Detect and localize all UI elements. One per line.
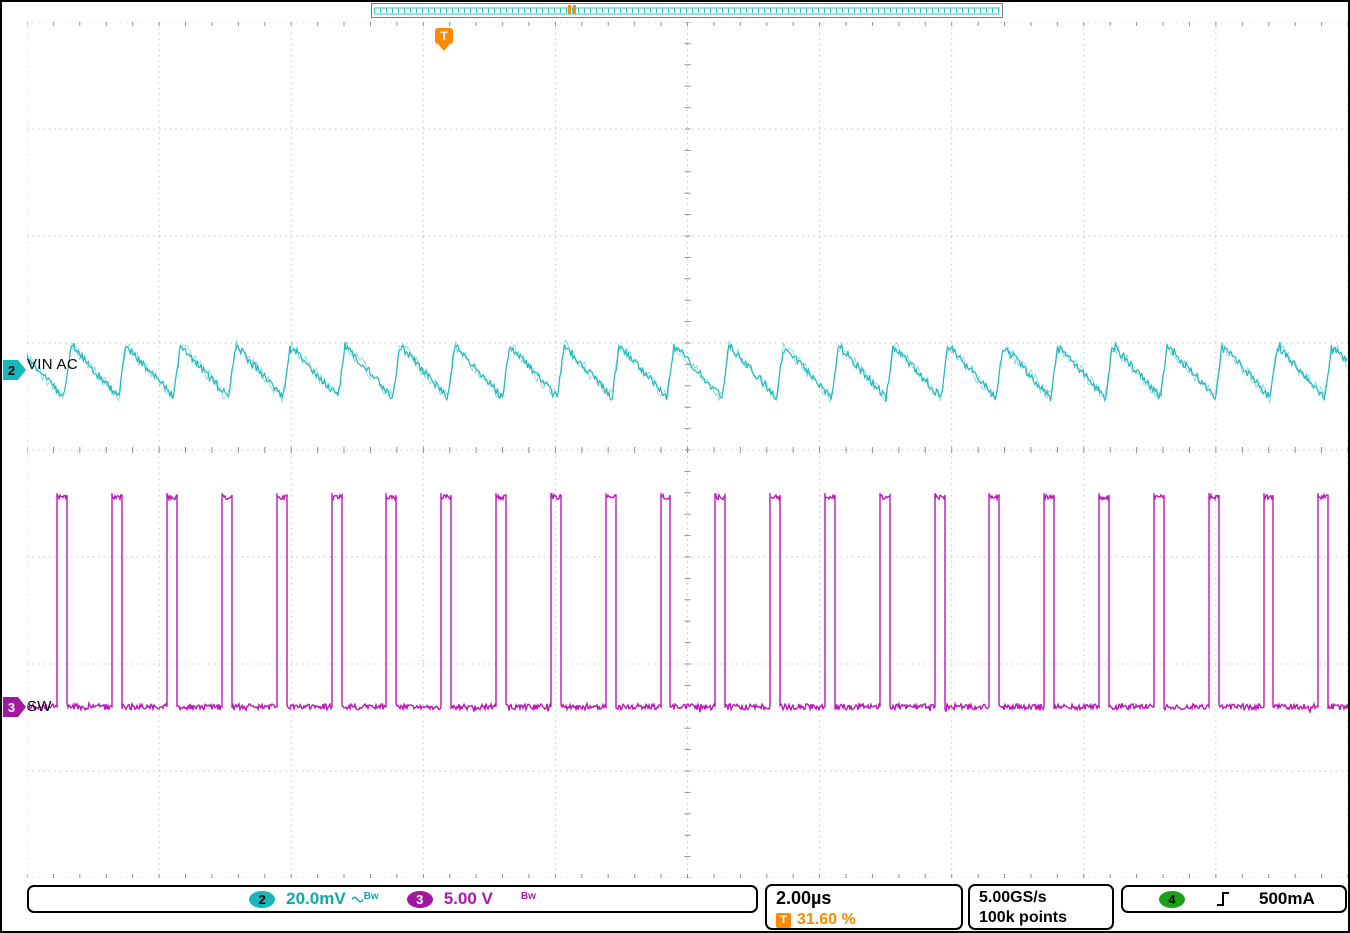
- trigger-t-badge: T: [776, 913, 791, 928]
- status-bar: 2 20.0mV Bw 3 5.00 V Bw 2.00µs T 31.60 %…: [2, 882, 1348, 931]
- ac-coupling-icon: [351, 895, 364, 904]
- ch3-bandwidth-flag: Bw: [521, 891, 536, 902]
- timebase-scale-readout: 2.00µs: [776, 888, 952, 909]
- trigger-position-flag: T: [435, 28, 453, 51]
- ch4-badge: 4: [1159, 891, 1185, 908]
- trigger-position-readout: 31.60 %: [797, 911, 856, 929]
- trigger-flag-label: T: [435, 28, 453, 44]
- waveform-plot: [27, 22, 1348, 878]
- ch3-badge: 3: [407, 891, 433, 908]
- oscilloscope-screen: T 2 VIN AC 3 SW 2 20.0mV Bw 3 5.00 V Bw …: [0, 0, 1350, 933]
- ch2-bandwidth-flag: Bw: [364, 891, 379, 902]
- ch3-scale-readout: 5.00 V: [444, 889, 493, 909]
- ch2-trace-label: VIN AC: [27, 356, 78, 373]
- acquisition-box: 5.00GS/s 100k points: [968, 884, 1114, 930]
- ch3-trace-label: SW: [27, 698, 52, 715]
- ch2-scale-readout: 20.0mV: [286, 889, 346, 909]
- trigger-box: 4 500mA: [1121, 885, 1347, 913]
- timebase-box: 2.00µs T 31.60 %: [765, 884, 963, 930]
- trigger-level-readout: 500mA: [1259, 889, 1315, 909]
- channel-readouts-box: 2 20.0mV Bw 3 5.00 V Bw: [27, 885, 758, 913]
- record-view-bar: [371, 3, 1003, 18]
- record-view-waveform: [372, 4, 1002, 17]
- trigger-flag-pointer-icon: [438, 44, 450, 51]
- graticule: T: [27, 22, 1348, 878]
- record-length-readout: 100k points: [979, 908, 1103, 928]
- ch2-badge: 2: [249, 891, 275, 908]
- sample-rate-readout: 5.00GS/s: [979, 888, 1103, 908]
- record-trigger-marker: [568, 5, 576, 14]
- ch3-position-marker: 3: [3, 697, 26, 717]
- rising-edge-icon: [1215, 890, 1231, 908]
- trigger-position-row: T 31.60 %: [776, 911, 952, 929]
- ch2-position-marker: 2: [3, 360, 26, 380]
